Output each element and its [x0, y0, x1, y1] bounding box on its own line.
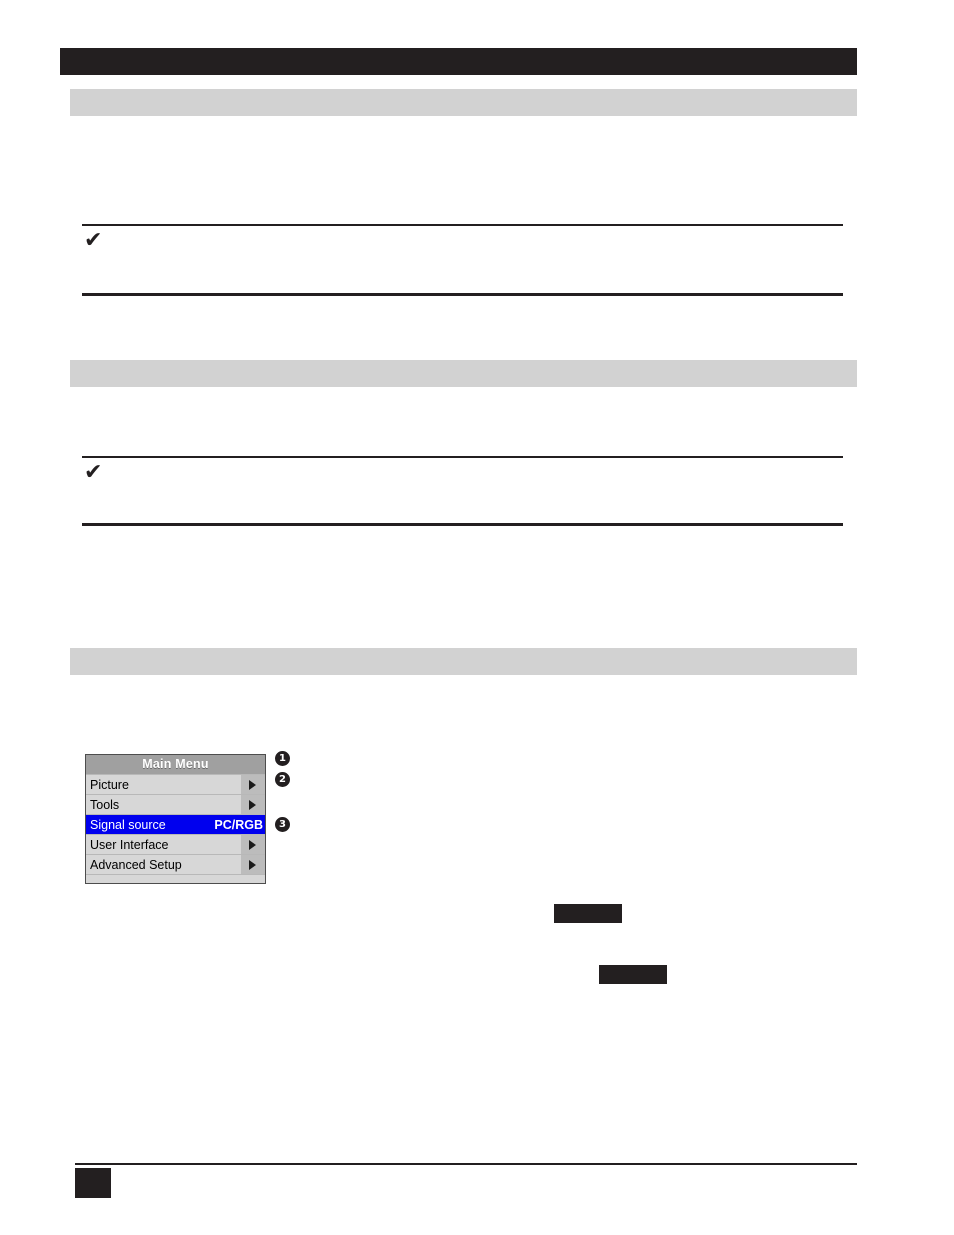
key-label-box-1: [554, 904, 622, 923]
chevron-right-icon: [241, 775, 265, 794]
osd-item-label: Advanced Setup: [90, 858, 182, 872]
check-icon: ✔: [84, 228, 103, 253]
chevron-right-icon: [241, 855, 265, 874]
body-paragraph-2: [82, 400, 843, 446]
section-heading-band-1: [70, 89, 857, 116]
page-number-badge: [75, 1168, 111, 1198]
key-label-box-2: [599, 965, 667, 984]
osd-menu-item-picture[interactable]: Picture: [86, 774, 265, 794]
section-heading-band-3: [70, 648, 857, 675]
osd-menu-item-signal-source[interactable]: Signal source PC/RGB: [86, 814, 265, 834]
osd-item-label: Signal source: [90, 818, 166, 832]
check-icon: ✔: [84, 460, 103, 485]
osd-item-label: Tools: [90, 798, 120, 812]
callout-marker-2: 2: [275, 772, 290, 787]
note-rule-bottom: [82, 523, 843, 526]
footer-rule: [75, 1163, 857, 1165]
osd-item-label: User Interface: [90, 838, 169, 852]
osd-main-menu: Main Menu Picture Tools Signal source PC…: [85, 754, 266, 884]
osd-menu-title: Main Menu: [86, 755, 265, 774]
chevron-right-icon: [241, 835, 265, 854]
note-rule-bottom: [82, 293, 843, 296]
body-paragraph-3: [82, 690, 843, 740]
callout-marker-3: 3: [275, 817, 290, 832]
document-page: ✔ ✔ Main Menu Picture Tools Signal sourc…: [0, 0, 954, 1235]
osd-menu-item-advanced-setup[interactable]: Advanced Setup: [86, 854, 265, 874]
osd-menu-item-user-interface[interactable]: User Interface: [86, 834, 265, 854]
note-callout-2: ✔: [82, 456, 843, 526]
section-heading-band-2: [70, 360, 857, 387]
note-body: ✔: [82, 224, 843, 284]
note-callout-1: ✔: [82, 224, 843, 296]
chevron-right-icon: [241, 795, 265, 814]
page-title-bar: [60, 48, 857, 75]
body-paragraph-1: [82, 130, 843, 200]
callout-marker-1: 1: [275, 751, 290, 766]
osd-menu-footer-strip: [86, 874, 265, 883]
osd-item-label: Picture: [90, 778, 129, 792]
note-body: ✔: [82, 456, 843, 516]
osd-item-value: PC/RGB: [214, 818, 263, 832]
osd-menu-item-tools[interactable]: Tools: [86, 794, 265, 814]
